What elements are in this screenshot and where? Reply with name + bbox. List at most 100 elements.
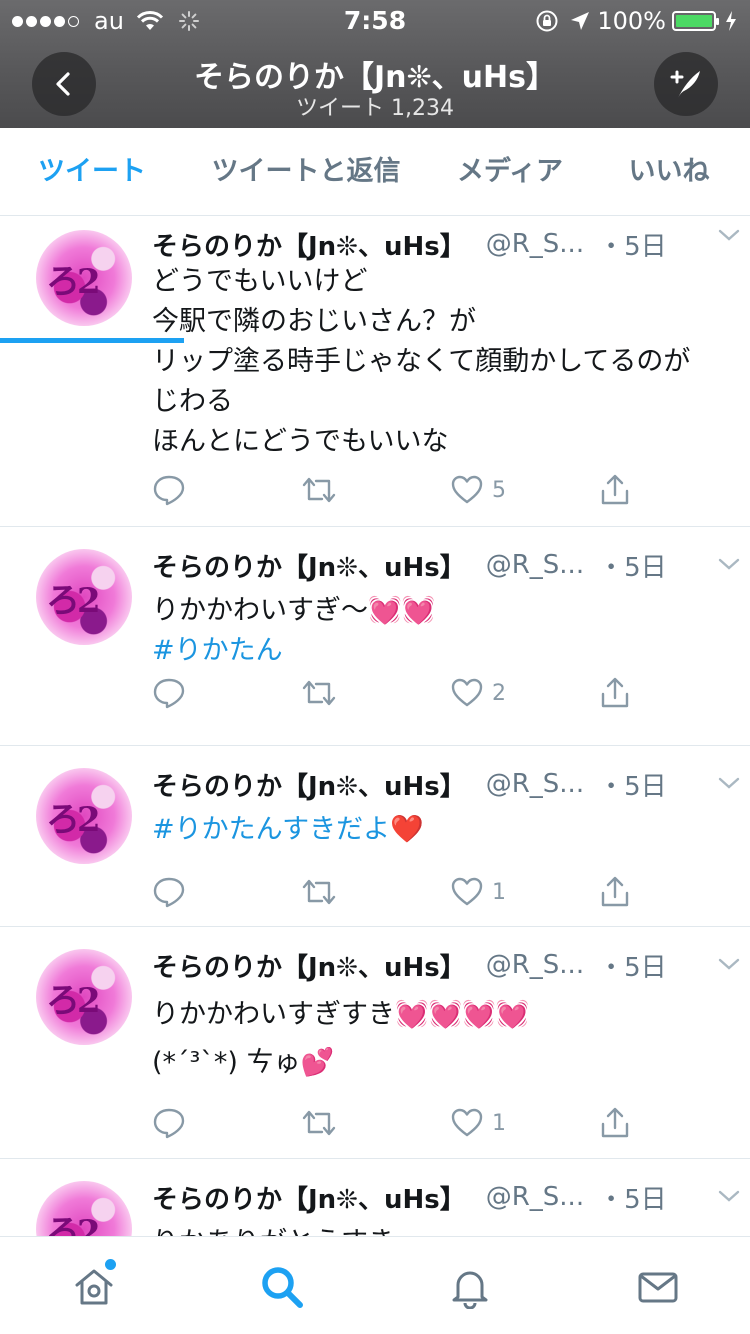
nav-notifications[interactable] <box>442 1259 498 1315</box>
like-count: 1 <box>492 1110 506 1136</box>
home-icon <box>75 1269 113 1305</box>
tweet-author-handle: @R_S... <box>485 769 585 799</box>
retweet-button[interactable] <box>300 1103 346 1143</box>
tweet-text-line: どうでもいいけど <box>152 266 368 297</box>
tweet-author-handle: @R_S... <box>485 229 585 259</box>
share-icon <box>601 474 629 505</box>
avatar[interactable]: ろ2 <box>36 1181 132 1236</box>
chevron-down-icon <box>718 777 740 789</box>
tweet-text-line: じわる <box>152 386 233 417</box>
nav-search[interactable] <box>254 1259 310 1315</box>
avatar[interactable]: ろ2 <box>36 230 132 326</box>
share-icon <box>601 677 629 708</box>
share-button[interactable] <box>598 673 632 713</box>
chevron-down-icon <box>718 1190 740 1202</box>
tweet-author-handle: @R_S... <box>485 1182 585 1212</box>
tweet-text-line: ほんとにどうでもいいな <box>152 426 449 457</box>
compose-tweet-icon <box>670 70 700 98</box>
like-count: 5 <box>492 477 506 503</box>
tweet-header: そらのりか【Jn❊、uHs】 @R_S... ・5日 <box>152 945 730 985</box>
avatar[interactable]: ろ2 <box>36 949 132 1045</box>
tweet-text-line: 今駅で隣のおじいさん？が <box>152 306 476 337</box>
retweet-icon <box>302 1110 336 1136</box>
reply-icon <box>153 678 185 709</box>
reply-button[interactable] <box>152 470 194 510</box>
avatar[interactable]: ろ2 <box>36 549 132 645</box>
tab-media[interactable]: メディア <box>440 128 580 216</box>
tweet-header: そらのりか【Jn❊、uHs】 @R_S... ・5日 <box>152 764 730 804</box>
tweet-feed[interactable]: ろ2 そらのりか【Jn❊、uHs】 @R_S... ・5日 どうでもいいけど 今… <box>0 216 750 1236</box>
tweet-menu-button[interactable] <box>716 551 742 581</box>
tab-tweets-and-replies[interactable]: ツイートと返信 <box>196 128 416 216</box>
tweet-item[interactable]: ろ2 そらのりか【Jn❊、uHs】 @R_S... ・5日 りかかわいすぎすき💓… <box>0 927 750 1159</box>
like-button[interactable]: 2 <box>450 673 506 713</box>
tweet-item[interactable]: ろ2 そらのりか【Jn❊、uHs】 @R_S... ・5日 #りかたんすきだよ❤… <box>0 746 750 927</box>
tweet-author-name[interactable]: そらのりか【Jn❊、uHs】 <box>152 766 466 803</box>
nav-messages[interactable] <box>630 1259 686 1315</box>
tweet-actions: 1 <box>152 1103 652 1143</box>
like-button[interactable]: 1 <box>450 1103 506 1143</box>
heart-icon <box>451 678 483 707</box>
tweet-hashtag[interactable]: #りかたんすきだよ❤️ <box>152 810 726 850</box>
reply-icon <box>153 1108 185 1139</box>
retweet-button[interactable] <box>300 872 346 912</box>
reply-button[interactable] <box>152 1103 194 1143</box>
retweet-icon <box>302 879 336 905</box>
tweet-author-name[interactable]: そらのりか【Jn❊、uHs】 <box>152 547 466 584</box>
chevron-down-icon <box>718 558 740 570</box>
reply-icon <box>153 877 185 908</box>
location-arrow-icon <box>571 12 590 30</box>
profile-header: au 7:58 100% そらのりか【Jn❊、uHs】 ツイート 1,234 <box>0 0 750 128</box>
compose-tweet-button[interactable] <box>654 52 718 116</box>
tweet-text-line: りかかわいすぎ〜💓💓 <box>152 595 436 626</box>
tweet-hashtag[interactable]: #りかたん <box>152 631 726 671</box>
heart-icon <box>451 475 483 504</box>
tweet-author-handle: @R_S... <box>485 950 585 980</box>
nav-home[interactable] <box>66 1259 122 1315</box>
share-button[interactable] <box>598 872 632 912</box>
reply-button[interactable] <box>152 673 194 713</box>
tweet-author-name[interactable]: そらのりか【Jn❊、uHs】 <box>152 1179 466 1216</box>
tweet-author-name[interactable]: そらのりか【Jn❊、uHs】 <box>152 226 466 263</box>
status-bar: au 7:58 100% <box>0 0 750 40</box>
tab-tweets[interactable]: ツイート <box>0 128 184 216</box>
avatar[interactable]: ろ2 <box>36 768 132 864</box>
tweet-item[interactable]: ろ2 そらのりか【Jn❊、uHs】 @R_S... ・5日 りかありがとうすき <box>0 1159 750 1236</box>
bottom-tab-bar <box>0 1236 750 1334</box>
tweet-timestamp: ・5日 <box>598 1184 667 1215</box>
retweet-icon <box>302 477 336 503</box>
notifications-bell-icon <box>452 1271 488 1309</box>
like-button[interactable]: 1 <box>450 872 506 912</box>
search-icon <box>262 1267 303 1308</box>
status-right: 100% <box>535 7 738 35</box>
tweet-actions: 2 <box>152 673 652 713</box>
like-button[interactable]: 5 <box>450 470 506 510</box>
tab-likes[interactable]: いいね <box>604 128 734 216</box>
retweet-button[interactable] <box>300 673 346 713</box>
tweet-text: りかかわいすぎ〜💓💓 #りかたん <box>152 591 726 671</box>
profile-tabs: ツイート ツイートと返信 メディア いいね <box>0 128 750 343</box>
notification-dot <box>105 1259 116 1270</box>
tweet-text: #りかたんすきだよ❤️ <box>152 810 726 850</box>
tweet-menu-button[interactable] <box>716 222 742 252</box>
tweet-text: りかありがとうすき <box>152 1223 726 1236</box>
tweet-timestamp: ・5日 <box>598 231 667 262</box>
tweet-menu-button[interactable] <box>716 951 742 981</box>
share-icon <box>601 876 629 907</box>
reply-button[interactable] <box>152 872 194 912</box>
retweet-button[interactable] <box>300 470 346 510</box>
tweet-author-name[interactable]: そらのりか【Jn❊、uHs】 <box>152 947 466 984</box>
tweet-menu-button[interactable] <box>716 770 742 800</box>
share-button[interactable] <box>598 1103 632 1143</box>
orientation-lock-icon <box>536 10 558 32</box>
tweet-text-line: りかありがとうすき <box>152 1223 726 1236</box>
tweet-item[interactable]: ろ2 そらのりか【Jn❊、uHs】 @R_S... ・5日 どうでもいいけど 今… <box>0 216 750 527</box>
tweet-menu-button[interactable] <box>716 1183 742 1213</box>
tweet-text-line: (*´³`*) ㄘゅ💕 <box>152 1047 335 1078</box>
share-button[interactable] <box>598 470 632 510</box>
tweet-count: ツイート 1,234 <box>296 96 454 121</box>
messages-envelope-icon <box>638 1272 678 1303</box>
battery-icon <box>672 11 719 31</box>
chevron-down-icon <box>718 229 740 241</box>
tweet-item[interactable]: ろ2 そらのりか【Jn❊、uHs】 @R_S... ・5日 りかかわいすぎ〜💓💓… <box>0 527 750 746</box>
